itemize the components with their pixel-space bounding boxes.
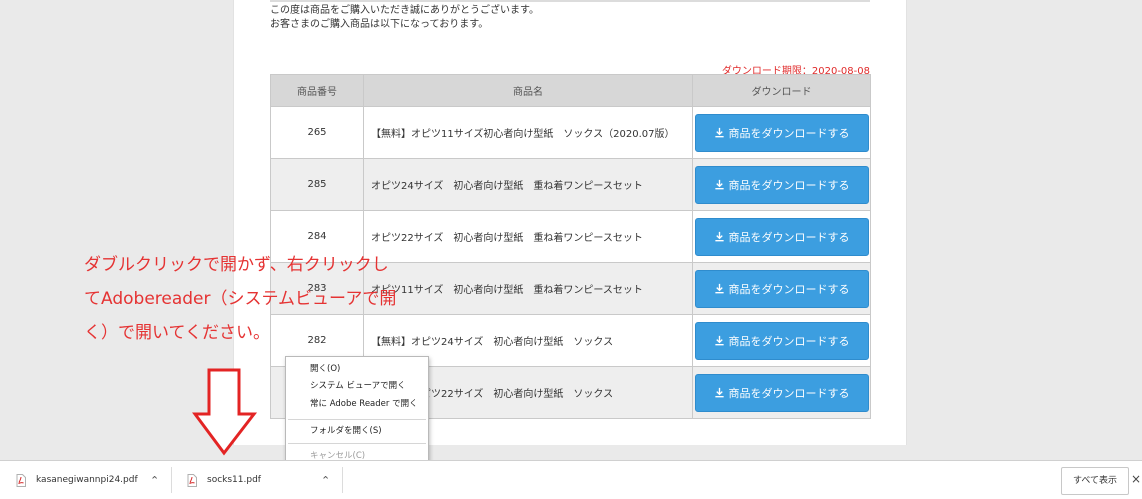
download-icon	[714, 179, 724, 190]
intro-line-1: この度は商品をご購入いただき誠にありがとうございます。	[270, 5, 539, 16]
download-icon	[714, 283, 724, 294]
instruction-annotation: ダブルクリックで開かず、右クリックし てAdobereader（システムビューア…	[84, 248, 424, 350]
intro-text: この度は商品をご購入いただき誠にありがとうございます。 お客さまのご購入商品は以…	[270, 4, 539, 32]
top-divider	[270, 0, 870, 2]
annotation-line-2: てAdobereader（システムビューアで開	[84, 289, 397, 309]
download-button[interactable]: 商品をダウンロードする	[694, 113, 869, 152]
download-button[interactable]: 商品をダウンロードする	[694, 269, 869, 308]
context-menu: 開く(O) システム ビューアで開く 常に Adobe Reader で開く フ…	[285, 356, 429, 469]
annotation-line-1: ダブルクリックで開かず、右クリックし	[84, 255, 389, 275]
chevron-up-icon[interactable]: ⌃	[150, 474, 159, 487]
table-row: 265 【無料】オピツ11サイズ初心者向け型紙 ソックス（2020.07版） 商…	[270, 106, 871, 159]
download-button-label: 商品をダウンロードする	[728, 178, 850, 192]
product-number: 285	[270, 158, 364, 211]
download-button[interactable]: 商品をダウンロードする	[694, 165, 869, 204]
table-row: 285 オピツ24サイズ 初心者向け型紙 重ね着ワンピースセット 商品をダウンロ…	[270, 158, 871, 211]
menu-item-open[interactable]: 開く(O)	[310, 362, 340, 376]
download-filename: socks11.pdf	[207, 475, 261, 485]
chevron-up-icon[interactable]: ⌃	[321, 474, 330, 487]
pdf-file-icon	[16, 473, 26, 487]
download-icon	[714, 127, 724, 138]
download-item-1[interactable]: kasanegiwannpi24.pdf ⌃	[0, 461, 170, 499]
pdf-file-icon	[187, 473, 197, 487]
download-bar: kasanegiwannpi24.pdf ⌃ socks11.pdf ⌃ すべて…	[0, 460, 1142, 499]
download-filename: kasanegiwannpi24.pdf	[36, 475, 138, 485]
menu-separator	[288, 419, 426, 420]
download-button-label: 商品をダウンロードする	[728, 126, 850, 140]
download-button[interactable]: 商品をダウンロードする	[694, 373, 869, 412]
down-arrow-icon	[192, 368, 258, 456]
download-icon	[714, 387, 724, 398]
intro-line-2: お客さまのご購入商品は以下になっております。	[270, 19, 489, 30]
table-header-row: 商品番号 商品名 ダウンロード	[270, 74, 871, 107]
show-all-button[interactable]: すべて表示	[1061, 467, 1129, 495]
download-button[interactable]: 商品をダウンロードする	[694, 217, 869, 256]
product-name: オピツ24サイズ 初心者向け型紙 重ね着ワンピースセット	[363, 158, 693, 211]
header-product-name: 商品名	[363, 74, 693, 107]
download-button-label: 商品をダウンロードする	[728, 334, 850, 348]
menu-item-always-adobe[interactable]: 常に Adobe Reader で開く	[310, 397, 418, 411]
download-icon	[714, 335, 724, 346]
download-button-label: 商品をダウンロードする	[728, 386, 850, 400]
annotation-line-3: く）で開いてください。	[84, 323, 270, 343]
menu-separator	[288, 443, 426, 444]
download-divider	[342, 467, 343, 493]
close-icon[interactable]: ×	[1131, 472, 1141, 486]
download-icon	[714, 231, 724, 242]
product-number: 265	[270, 106, 364, 159]
menu-item-show-folder[interactable]: フォルダを開く(S)	[310, 424, 382, 438]
header-product-number: 商品番号	[270, 74, 364, 107]
header-download: ダウンロード	[692, 74, 871, 107]
download-button-label: 商品をダウンロードする	[728, 282, 850, 296]
download-item-2[interactable]: socks11.pdf ⌃	[171, 461, 342, 499]
download-button[interactable]: 商品をダウンロードする	[694, 321, 869, 360]
menu-item-system-viewer[interactable]: システム ビューアで開く	[310, 379, 406, 393]
download-button-label: 商品をダウンロードする	[728, 230, 850, 244]
product-name: 【無料】オピツ11サイズ初心者向け型紙 ソックス（2020.07版）	[363, 106, 693, 159]
